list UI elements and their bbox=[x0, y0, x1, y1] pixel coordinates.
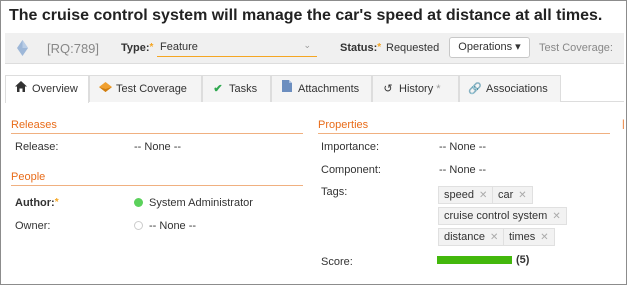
tag-item[interactable]: cruise control system ✕ bbox=[438, 207, 567, 225]
remove-tag-icon[interactable]: ✕ bbox=[540, 232, 548, 243]
tab-test-coverage[interactable]: Test Coverage bbox=[89, 75, 202, 102]
release-label: Release: bbox=[15, 141, 59, 153]
releases-section-title: Releases bbox=[11, 119, 303, 134]
link-icon: 🔗 bbox=[468, 83, 482, 95]
tab-associations[interactable]: 🔗 Associations bbox=[459, 75, 561, 102]
status-label: Status:* bbox=[340, 42, 382, 54]
status-value: Requested bbox=[386, 42, 440, 54]
score-bar bbox=[437, 256, 512, 264]
owner-label: Owner: bbox=[15, 220, 51, 232]
tag-item[interactable]: car ✕ bbox=[492, 186, 533, 204]
test-coverage-label: Test Coverage: bbox=[539, 42, 613, 54]
page-title: The cruise control system will manage th… bbox=[9, 7, 603, 24]
history-icon: ↺ bbox=[383, 83, 393, 95]
requirement-id: [RQ:789] bbox=[47, 41, 100, 56]
tab-bar: Overview Test Coverage ✔ Tasks Attachment… bbox=[5, 75, 624, 103]
requirement-diamond-icon bbox=[17, 40, 28, 56]
truncated-section-marker: | bbox=[622, 119, 625, 130]
importance-value[interactable]: -- None -- bbox=[439, 141, 486, 153]
author-label: Author:* bbox=[15, 197, 59, 209]
offline-status-icon bbox=[134, 221, 143, 230]
tab-attachments[interactable]: Attachments bbox=[271, 75, 372, 102]
requirement-header: [RQ:789] Type:* Feature ⌄ Status:* Reque… bbox=[5, 33, 624, 64]
people-section-title: People bbox=[11, 171, 303, 186]
component-value[interactable]: -- None -- bbox=[439, 164, 486, 176]
properties-section-title: Properties bbox=[318, 119, 610, 134]
tag-item[interactable]: times ✕ bbox=[503, 228, 555, 246]
score-label: Score: bbox=[321, 256, 353, 268]
score-bar-fill bbox=[437, 256, 512, 264]
tags-label: Tags: bbox=[321, 186, 348, 198]
remove-tag-icon[interactable]: ✕ bbox=[479, 190, 487, 201]
type-label: Type:* bbox=[121, 42, 154, 54]
remove-tag-icon[interactable]: ✕ bbox=[518, 190, 526, 201]
operations-button[interactable]: Operations ▾ bbox=[449, 37, 530, 58]
component-label: Component: bbox=[321, 164, 381, 176]
tab-overview[interactable]: Overview bbox=[5, 75, 89, 103]
author-value[interactable]: System Administrator bbox=[134, 197, 253, 209]
remove-tag-icon[interactable]: ✕ bbox=[552, 211, 560, 222]
tab-history[interactable]: ↺ History * bbox=[372, 75, 459, 102]
online-status-icon bbox=[134, 198, 143, 207]
tab-tasks[interactable]: ✔ Tasks bbox=[202, 75, 271, 102]
type-select[interactable]: Feature ⌄ bbox=[157, 37, 317, 57]
test-icon bbox=[98, 76, 112, 102]
type-select-value: Feature bbox=[160, 41, 198, 53]
document-icon bbox=[280, 76, 294, 102]
check-icon: ✔ bbox=[213, 83, 223, 95]
tag-item[interactable]: speed ✕ bbox=[438, 186, 494, 204]
owner-value[interactable]: -- None -- bbox=[134, 220, 196, 232]
caret-down-icon: ▾ bbox=[515, 41, 521, 53]
tag-item[interactable]: distance ✕ bbox=[438, 228, 505, 246]
home-icon bbox=[14, 76, 28, 102]
chevron-down-icon: ⌄ bbox=[303, 40, 311, 50]
remove-tag-icon[interactable]: ✕ bbox=[490, 232, 498, 243]
release-value[interactable]: -- None -- bbox=[134, 141, 181, 153]
importance-label: Importance: bbox=[321, 141, 380, 153]
score-value: (5) bbox=[516, 254, 530, 266]
